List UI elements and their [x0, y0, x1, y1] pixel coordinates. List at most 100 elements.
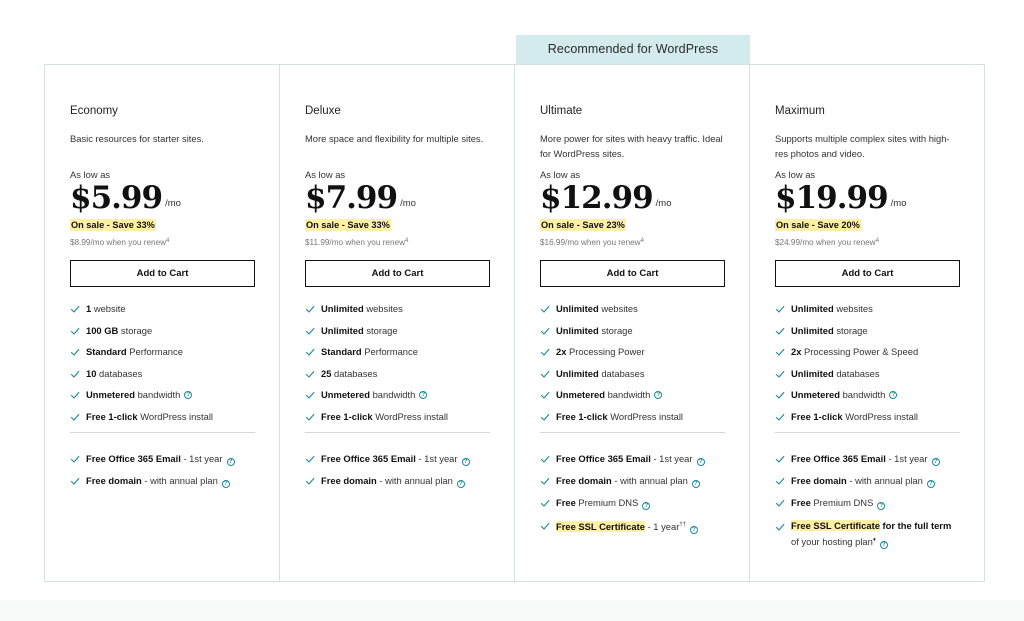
extra-text: Free Office 365 Email - 1st year?	[556, 452, 705, 466]
check-icon	[305, 390, 315, 400]
extra-rest: - 1st year	[885, 452, 928, 464]
help-icon[interactable]: ?	[419, 391, 428, 399]
feature-bold: Unmetered	[321, 389, 370, 400]
feature-bold: Unlimited	[791, 324, 834, 336]
feature-text: 25 databases	[321, 367, 377, 381]
check-icon	[70, 390, 80, 400]
feature-rest: Performance	[361, 346, 418, 357]
feature-bold: 25	[321, 367, 332, 379]
per-month-label: /mo	[400, 198, 416, 209]
check-icon	[305, 369, 315, 379]
feature-text: Unlimited storage	[321, 324, 398, 338]
feature-divider	[305, 431, 490, 433]
feature-text: Unmetered bandwidth	[556, 388, 650, 402]
feature-text: Standard Performance	[321, 345, 418, 359]
extra-rest: - with annual plan	[611, 474, 688, 486]
extra-footnote: ♦	[872, 536, 876, 543]
help-icon[interactable]: ?	[879, 540, 888, 549]
feature-item: 100 GB storage	[70, 324, 254, 338]
check-icon	[70, 412, 80, 422]
renewal-footnote: 4	[640, 238, 644, 244]
check-icon	[540, 476, 550, 486]
feature-bold: Free 1-click	[791, 410, 843, 422]
help-icon[interactable]: ?	[461, 457, 470, 466]
feature-text: Unmetered bandwidth	[86, 388, 180, 402]
extras-list: Free Office 365 Email - 1st year? Free d…	[70, 452, 254, 488]
add-to-cart-button[interactable]: Add to Cart	[775, 260, 960, 287]
extra-bold: Free	[791, 496, 811, 508]
feature-rest: websites	[363, 303, 403, 314]
feature-rest: Processing Power	[566, 346, 645, 357]
check-icon	[540, 454, 550, 464]
extra-bold: Free Office 365 Email	[86, 452, 181, 464]
help-icon[interactable]: ?	[926, 479, 935, 488]
extra-item: Free Office 365 Email - 1st year?	[70, 452, 254, 466]
help-icon[interactable]: ?	[877, 501, 886, 510]
extra-item: Free Office 365 Email - 1st year?	[775, 452, 960, 466]
plan-price: $7.99	[305, 180, 398, 216]
feature-text: Standard Performance	[86, 345, 183, 359]
feature-text: Free 1-click WordPress install	[791, 410, 918, 424]
help-icon[interactable]: ?	[691, 479, 700, 488]
feature-rest: WordPress install	[842, 410, 918, 422]
help-icon[interactable]: ?	[889, 391, 898, 399]
feature-item: Free 1-click WordPress install	[775, 410, 960, 424]
per-month-label: /mo	[890, 198, 907, 209]
feature-rest: websites	[833, 303, 873, 314]
renewal-price: $11.99/mo when you renew4	[305, 236, 489, 248]
help-icon[interactable]: ?	[642, 501, 651, 510]
feature-item: Unlimited storage	[305, 324, 489, 338]
feature-text: Unlimited websites	[556, 302, 638, 316]
help-icon[interactable]: ?	[690, 525, 699, 534]
feature-divider	[70, 431, 255, 433]
plan-card-economy: Economy Basic resources for starter sites…	[45, 65, 280, 581]
check-icon	[540, 326, 550, 336]
feature-rest: websites	[598, 303, 638, 314]
check-icon	[70, 347, 80, 357]
add-to-cart-button[interactable]: Add to Cart	[540, 260, 725, 287]
check-icon	[70, 476, 80, 486]
plan-description: Supports multiple complex sites with hig…	[775, 133, 950, 159]
feature-item: Unlimited databases	[775, 367, 960, 381]
feature-item: Unmetered bandwidth ?	[70, 388, 254, 402]
sale-badge: On sale - Save 23%	[540, 219, 626, 231]
extra-item: Free domain - with annual plan?	[305, 474, 489, 488]
renewal-text: $8.99/mo when you renew	[70, 238, 167, 247]
feature-rest: databases	[833, 367, 880, 379]
extra-item: Free Premium DNS?	[775, 496, 960, 510]
feature-rest: bandwidth	[134, 389, 181, 400]
help-icon[interactable]: ?	[221, 479, 230, 488]
help-icon[interactable]: ?	[696, 457, 705, 466]
add-to-cart-button[interactable]: Add to Cart	[305, 260, 490, 287]
feature-text: Free 1-click WordPress install	[321, 410, 448, 424]
add-to-cart-button[interactable]: Add to Cart	[70, 260, 255, 287]
feature-bold: Free 1-click	[556, 410, 608, 422]
help-icon[interactable]: ?	[184, 391, 193, 399]
extras-list: Free Office 365 Email - 1st year? Free d…	[305, 452, 489, 488]
extra-text: Free domain - with annual plan?	[556, 474, 700, 488]
check-icon	[540, 369, 550, 379]
help-icon[interactable]: ?	[654, 391, 663, 399]
feature-item: Unlimited websites	[305, 302, 489, 316]
help-icon[interactable]: ?	[456, 479, 465, 488]
feature-text: 2x Processing Power & Speed	[791, 345, 918, 359]
feature-text: Free 1-click WordPress install	[556, 410, 683, 424]
help-icon[interactable]: ?	[226, 457, 235, 466]
help-icon[interactable]: ?	[931, 457, 940, 466]
renewal-price: $16.99/mo when you renew4	[540, 236, 724, 248]
check-icon	[540, 521, 550, 531]
sale-badge: On sale - Save 33%	[70, 219, 156, 231]
feature-bold: 2x	[791, 346, 802, 357]
renewal-footnote: 4	[166, 238, 170, 244]
plan-price: $12.99	[540, 180, 654, 216]
feature-item: Unlimited storage	[540, 324, 724, 338]
feature-item: 10 databases	[70, 367, 254, 381]
extra-rest: - 1 year	[644, 520, 680, 532]
feature-item: Unlimited storage	[775, 324, 960, 338]
extra-text: Free domain - with annual plan?	[321, 474, 465, 488]
extra-rest: Premium DNS	[810, 496, 874, 508]
feature-text: Unmetered bandwidth	[791, 388, 885, 402]
renewal-text: $24.99/mo when you renew	[775, 238, 876, 247]
extra-text: Free Premium DNS?	[556, 496, 651, 510]
feature-rest: storage	[598, 324, 633, 336]
